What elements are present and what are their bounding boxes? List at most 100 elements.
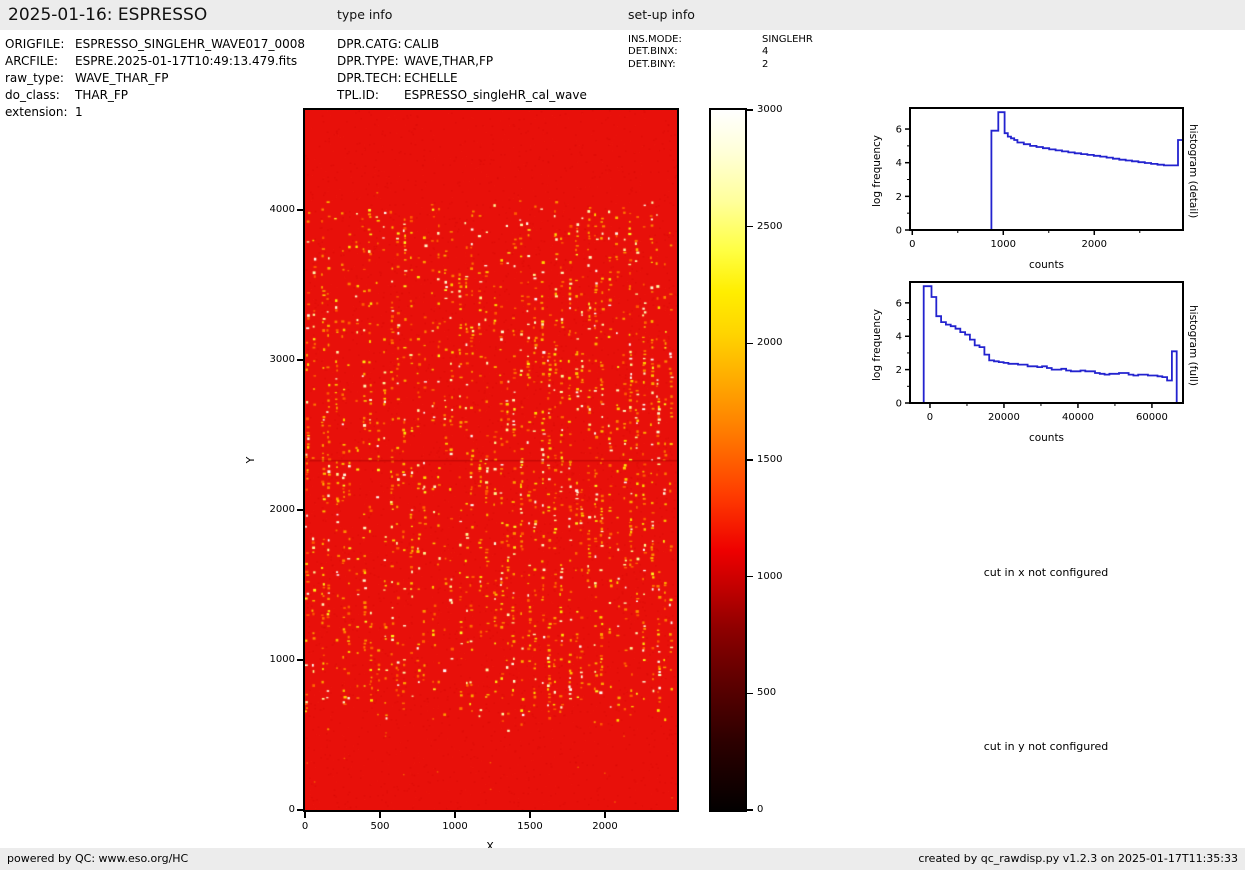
field-label: DPR.TECH:: [337, 70, 404, 87]
colorbar: [709, 108, 747, 812]
histogram-detail-plot: 0 1000 2000 0 2 4 6 counts: [880, 100, 1210, 278]
x-tick-label: 20000: [988, 412, 1020, 423]
colorbar-tick: [747, 226, 753, 228]
colorbar-tick-label: 2500: [757, 219, 801, 235]
hist-full-ylabel: log frequency: [869, 285, 885, 405]
hist-xlabel: counts: [1029, 432, 1064, 444]
info-row: do_class:THAR_FP: [5, 87, 305, 104]
field-value: WAVE,THAR,FP: [404, 54, 493, 68]
x-tick-label: 1000: [430, 819, 480, 835]
page-title: 2025-01-16: ESPRESSO: [8, 0, 207, 30]
y-tick: [297, 659, 303, 661]
field-label: INS.MODE:: [628, 34, 762, 46]
y-tick: [297, 509, 303, 511]
field-value: ESPRESSO_SINGLEHR_WAVE017_0008: [75, 37, 305, 51]
field-label: ORIGFILE:: [5, 36, 75, 53]
y-tick: [297, 209, 303, 211]
colorbar-tick-label: 2000: [757, 335, 801, 351]
hist-detail-ylabel: log frequency: [869, 111, 885, 231]
x-tick-label: 500: [355, 819, 405, 835]
info-row: DPR.TYPE:WAVE,THAR,FP: [337, 53, 587, 70]
y-tick-label: 2: [896, 365, 902, 376]
info-row: DET.BINY:2: [628, 59, 813, 71]
y-tick: [297, 359, 303, 361]
field-value: THAR_FP: [75, 88, 128, 102]
colorbar-tick: [747, 809, 753, 811]
x-tick-label: 60000: [1136, 412, 1168, 423]
field-label: raw_type:: [5, 70, 75, 87]
field-value: ESPRE.2025-01-17T10:49:13.479.fits: [75, 54, 297, 68]
field-value: 4: [762, 46, 768, 57]
colorbar-tick: [747, 576, 753, 578]
colorbar-tick: [747, 343, 753, 345]
x-tick-label: 1000: [991, 239, 1016, 250]
x-tick-label: 2000: [580, 819, 630, 835]
plot-frame: [910, 108, 1183, 230]
y-tick-label: 3000: [245, 352, 295, 368]
info-row: extension:1: [5, 104, 305, 121]
info-row: DET.BINX:4: [628, 46, 813, 58]
field-label: extension:: [5, 104, 75, 121]
footer-right-text: created by qc_rawdisp.py v1.2.3 on 2025-…: [918, 848, 1238, 870]
field-label: do_class:: [5, 87, 75, 104]
y-tick: [297, 809, 303, 811]
y-tick-label: 0: [245, 802, 295, 818]
field-label: ARCFILE:: [5, 53, 75, 70]
x-tick: [454, 812, 456, 818]
info-row: ARCFILE:ESPRE.2025-01-17T10:49:13.479.fi…: [5, 53, 305, 70]
detector-image-canvas: [305, 110, 677, 810]
field-label: DET.BINY:: [628, 59, 762, 71]
histogram-line: [910, 286, 1183, 403]
colorbar-tick-label: 1000: [757, 569, 801, 585]
header-bar: 2025-01-16: ESPRESSO type info set-up in…: [0, 0, 1245, 30]
histogram-line: [910, 112, 1183, 230]
info-row: DPR.TECH:ECHELLE: [337, 70, 587, 87]
field-label: DET.BINX:: [628, 46, 762, 58]
hist-detail-right-label: histogram (detail): [1187, 106, 1199, 236]
colorbar-tick-label: 3000: [757, 102, 801, 118]
field-value: CALIB: [404, 37, 439, 51]
field-value: 2: [762, 59, 768, 70]
cut-x-message: cut in x not configured: [936, 566, 1156, 579]
x-tick-label: 1500: [505, 819, 555, 835]
cut-y-message: cut in y not configured: [936, 740, 1156, 753]
field-value: ESPRESSO_singleHR_cal_wave: [404, 88, 587, 102]
colorbar-tick: [747, 693, 753, 695]
y-tick-label: 0: [896, 399, 902, 410]
info-row: TPL.ID:ESPRESSO_singleHR_cal_wave: [337, 87, 587, 104]
field-label: TPL.ID:: [337, 87, 404, 104]
info-row: INS.MODE:SINGLEHR: [628, 34, 813, 46]
field-value: ECHELLE: [404, 71, 458, 85]
field-label: DPR.TYPE:: [337, 53, 404, 70]
footer-bar: powered by QC: www.eso.org/HC created by…: [0, 848, 1245, 870]
y-tick-label: 0: [896, 226, 902, 237]
colorbar-tick-label: 500: [757, 685, 801, 701]
y-tick-label: 4: [896, 332, 902, 343]
colorbar-tick-label: 1500: [757, 452, 801, 468]
x-tick: [379, 812, 381, 818]
footer-left-text: powered by QC: www.eso.org/HC: [7, 848, 188, 870]
colorbar-tick: [747, 459, 753, 461]
y-tick-label: 2: [896, 192, 902, 203]
field-value: WAVE_THAR_FP: [75, 71, 168, 85]
y-tick-label: 4: [896, 158, 902, 169]
qc-report-page: 2025-01-16: ESPRESSO type info set-up in…: [0, 0, 1245, 870]
x-tick: [529, 812, 531, 818]
y-tick-label: 6: [896, 298, 902, 309]
setup-info-block: INS.MODE:SINGLEHR DET.BINX:4 DET.BINY:2: [628, 34, 813, 71]
x-tick: [604, 812, 606, 818]
y-tick-label: 2000: [245, 502, 295, 518]
plot-frame: [910, 282, 1183, 403]
info-row: ORIGFILE:ESPRESSO_SINGLEHR_WAVE017_0008: [5, 36, 305, 53]
type-info-block: DPR.CATG:CALIB DPR.TYPE:WAVE,THAR,FP DPR…: [337, 36, 587, 104]
field-label: DPR.CATG:: [337, 36, 404, 53]
x-tick-label: 0: [909, 239, 915, 250]
hist-xlabel: counts: [1029, 259, 1064, 271]
y-tick-label: 4000: [245, 202, 295, 218]
x-tick-label: 2000: [1082, 239, 1107, 250]
type-info-heading: type info: [337, 0, 392, 30]
field-value: 1: [75, 105, 83, 119]
colorbar-tick-label: 0: [757, 802, 801, 818]
file-info-block: ORIGFILE:ESPRESSO_SINGLEHR_WAVE017_0008 …: [5, 36, 305, 121]
y-tick-label: 6: [896, 125, 902, 136]
